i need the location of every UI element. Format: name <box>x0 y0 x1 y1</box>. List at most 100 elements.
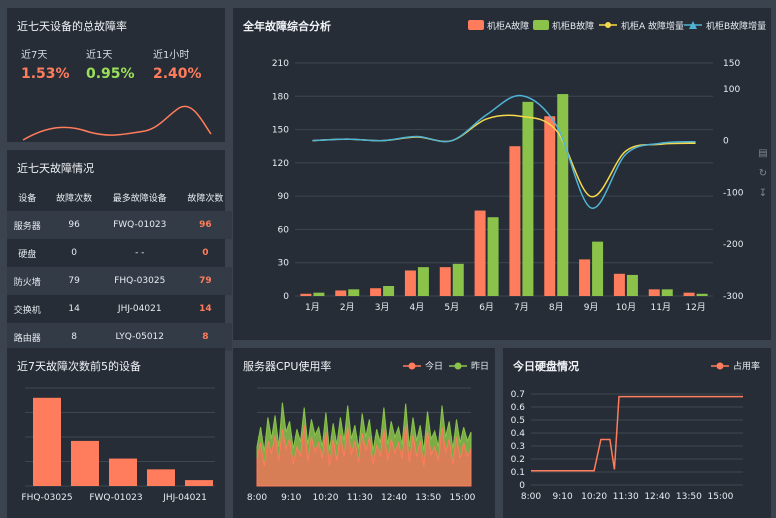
top5-devices-chart: FHQ-03025 FWQ-01023 JHJ-04021 <box>21 387 215 503</box>
bar-a[interactable] <box>335 290 347 296</box>
y-tick-label: 210 <box>272 59 289 69</box>
main-lines <box>312 94 696 209</box>
legend-swatch-b[interactable] <box>533 20 549 30</box>
line-series-a[interactable] <box>312 114 696 198</box>
legend-label-b-incr[interactable]: 机柜B故障增量 <box>706 20 766 32</box>
table-cell-count: 8 <box>178 323 232 351</box>
annual-analysis-chart: 0 30 60 90 120 150 180 210 -300 -200 -100 0 100 150 1月… <box>272 20 766 313</box>
table-cell: 交换机 <box>13 305 41 316</box>
legend-label-b[interactable]: 机柜B故障 <box>552 20 594 32</box>
bar-a[interactable] <box>370 288 382 296</box>
bar-b[interactable] <box>348 289 360 296</box>
download-icon[interactable]: ↧ <box>757 188 769 208</box>
bar-a[interactable] <box>404 270 416 296</box>
cpu-x-label: 10:20 <box>313 493 339 503</box>
disk-usage-chart: 0 0.1 0.2 0.3 0.4 0.5 0.6 0.7 8:00 9:10 10:20 11:3… <box>511 360 760 502</box>
disk-x-label: 9:10 <box>552 492 572 502</box>
bar-b[interactable] <box>383 286 395 296</box>
legend-marker-a <box>605 22 611 28</box>
disk-x-label: 10:20 <box>581 492 607 502</box>
table-header: 故障次数 <box>56 193 93 204</box>
table-cell-count: 0 <box>202 248 209 258</box>
top5-x-label: JHJ-04021 <box>162 493 207 503</box>
bar-a[interactable] <box>579 259 591 296</box>
legend-swatch-a[interactable] <box>468 20 484 30</box>
table-header: 最多故障设备 <box>112 193 167 204</box>
bar-b[interactable] <box>417 267 429 296</box>
table-row[interactable]: 硬盘 0 - - 0 <box>7 239 232 267</box>
bar-a[interactable] <box>544 116 556 296</box>
y-tick-label: 60 <box>278 225 290 235</box>
legend-label-yesterday[interactable]: 昨日 <box>471 360 489 372</box>
bar-b[interactable] <box>557 94 569 296</box>
disk-y-label: 0.7 <box>511 390 525 400</box>
x-tick-label: 7月 <box>514 302 529 313</box>
legend-label-a-incr[interactable]: 机柜A 故障增量 <box>621 20 684 32</box>
bar-a[interactable] <box>683 292 695 296</box>
y-tick-label: 120 <box>272 159 289 169</box>
y2-tick-label: -200 <box>723 240 744 250</box>
table-row[interactable]: 防火墙 79 FHQ-03025 79 <box>7 267 232 295</box>
y2-tick-label: 150 <box>723 59 740 69</box>
legend-label-usage[interactable]: 占用率 <box>733 360 760 372</box>
disk-y-label: 0.5 <box>511 416 525 426</box>
bar-b[interactable] <box>313 292 325 296</box>
table-cell: 14 <box>68 304 80 314</box>
disk-x-label: 8:00 <box>521 492 541 502</box>
y-tick-label: 180 <box>272 92 289 102</box>
legend-label-today[interactable]: 今日 <box>425 360 443 372</box>
bar-b[interactable] <box>522 101 534 296</box>
top5-bar[interactable] <box>147 469 175 486</box>
cpu-x-label: 8:00 <box>247 493 267 503</box>
bar-b[interactable] <box>696 293 708 296</box>
bar-b[interactable] <box>661 289 673 296</box>
x-tick-label: 9月 <box>584 302 599 313</box>
table-cell: FWQ-01023 <box>100 211 179 239</box>
top5-bar[interactable] <box>185 480 213 486</box>
table-cell: 0 <box>71 248 77 258</box>
table-cell: 8 <box>47 323 101 351</box>
table-row[interactable]: 交换机 14 JHJ-04021 14 <box>7 295 232 323</box>
fault-rate-panel: 近七天设备的总故障率 近7天 近1天 近1小时 1.53% 0.95% 2.40… <box>7 8 225 142</box>
table-header-row: 设备 故障次数 最多故障设备 故障次数 <box>7 183 232 211</box>
cpu-x-label: 15:00 <box>449 493 475 503</box>
table-row[interactable]: 路由器 8 LYQ-05012 8 <box>7 323 232 351</box>
table-cell: 服务器 <box>7 211 48 239</box>
cpu-x-label: 9:10 <box>281 493 301 503</box>
bar-a[interactable] <box>509 146 521 296</box>
bar-b[interactable] <box>487 217 499 296</box>
bar-b[interactable] <box>626 274 638 296</box>
restore-icon[interactable]: ↻ <box>757 168 769 188</box>
cpu-x-label: 13:50 <box>415 493 441 503</box>
data-view-icon[interactable]: ▤ <box>757 148 769 168</box>
bar-a[interactable] <box>474 210 486 296</box>
disk-x-label: 11:30 <box>613 492 639 502</box>
bar-a[interactable] <box>300 293 312 296</box>
bar-a[interactable] <box>648 289 660 296</box>
line-series-b[interactable] <box>312 94 696 209</box>
table-cell: JHJ-04021 <box>117 304 162 314</box>
bar-b[interactable] <box>592 241 604 296</box>
bar-a[interactable] <box>439 267 451 296</box>
y-tick-label: 30 <box>278 259 290 269</box>
table-header: 设备 <box>18 193 37 204</box>
top5-bar[interactable] <box>109 458 137 486</box>
legend-label-a[interactable]: 机柜A故障 <box>487 20 529 32</box>
table-cell: LYQ-05012 <box>100 323 179 351</box>
table-cell: - - <box>135 248 145 258</box>
table-cell: 96 <box>47 211 101 239</box>
disk-y-label: 0 <box>519 481 525 491</box>
top5-bar[interactable] <box>71 440 99 486</box>
top5-bar[interactable] <box>33 397 61 486</box>
fault-table-title: 近七天故障情况 <box>17 162 94 175</box>
y-tick-label: 90 <box>278 192 290 202</box>
table-row[interactable]: 服务器 96 FWQ-01023 96 <box>7 211 232 239</box>
x-tick-label: 1月 <box>305 302 320 313</box>
y-tick-label: 0 <box>283 292 289 302</box>
cpu-x-axis: 8:00 9:10 10:20 11:30 12:40 13:50 15:00 <box>247 493 476 503</box>
bar-a[interactable] <box>613 273 625 296</box>
main-axis-labels: 0 30 60 90 120 150 180 210 -300 -200 -100 0 100 150 1月… <box>272 59 744 313</box>
y2-tick-label: -300 <box>723 292 744 302</box>
table-cell-count: 79 <box>178 267 232 295</box>
bar-b[interactable] <box>452 263 464 296</box>
